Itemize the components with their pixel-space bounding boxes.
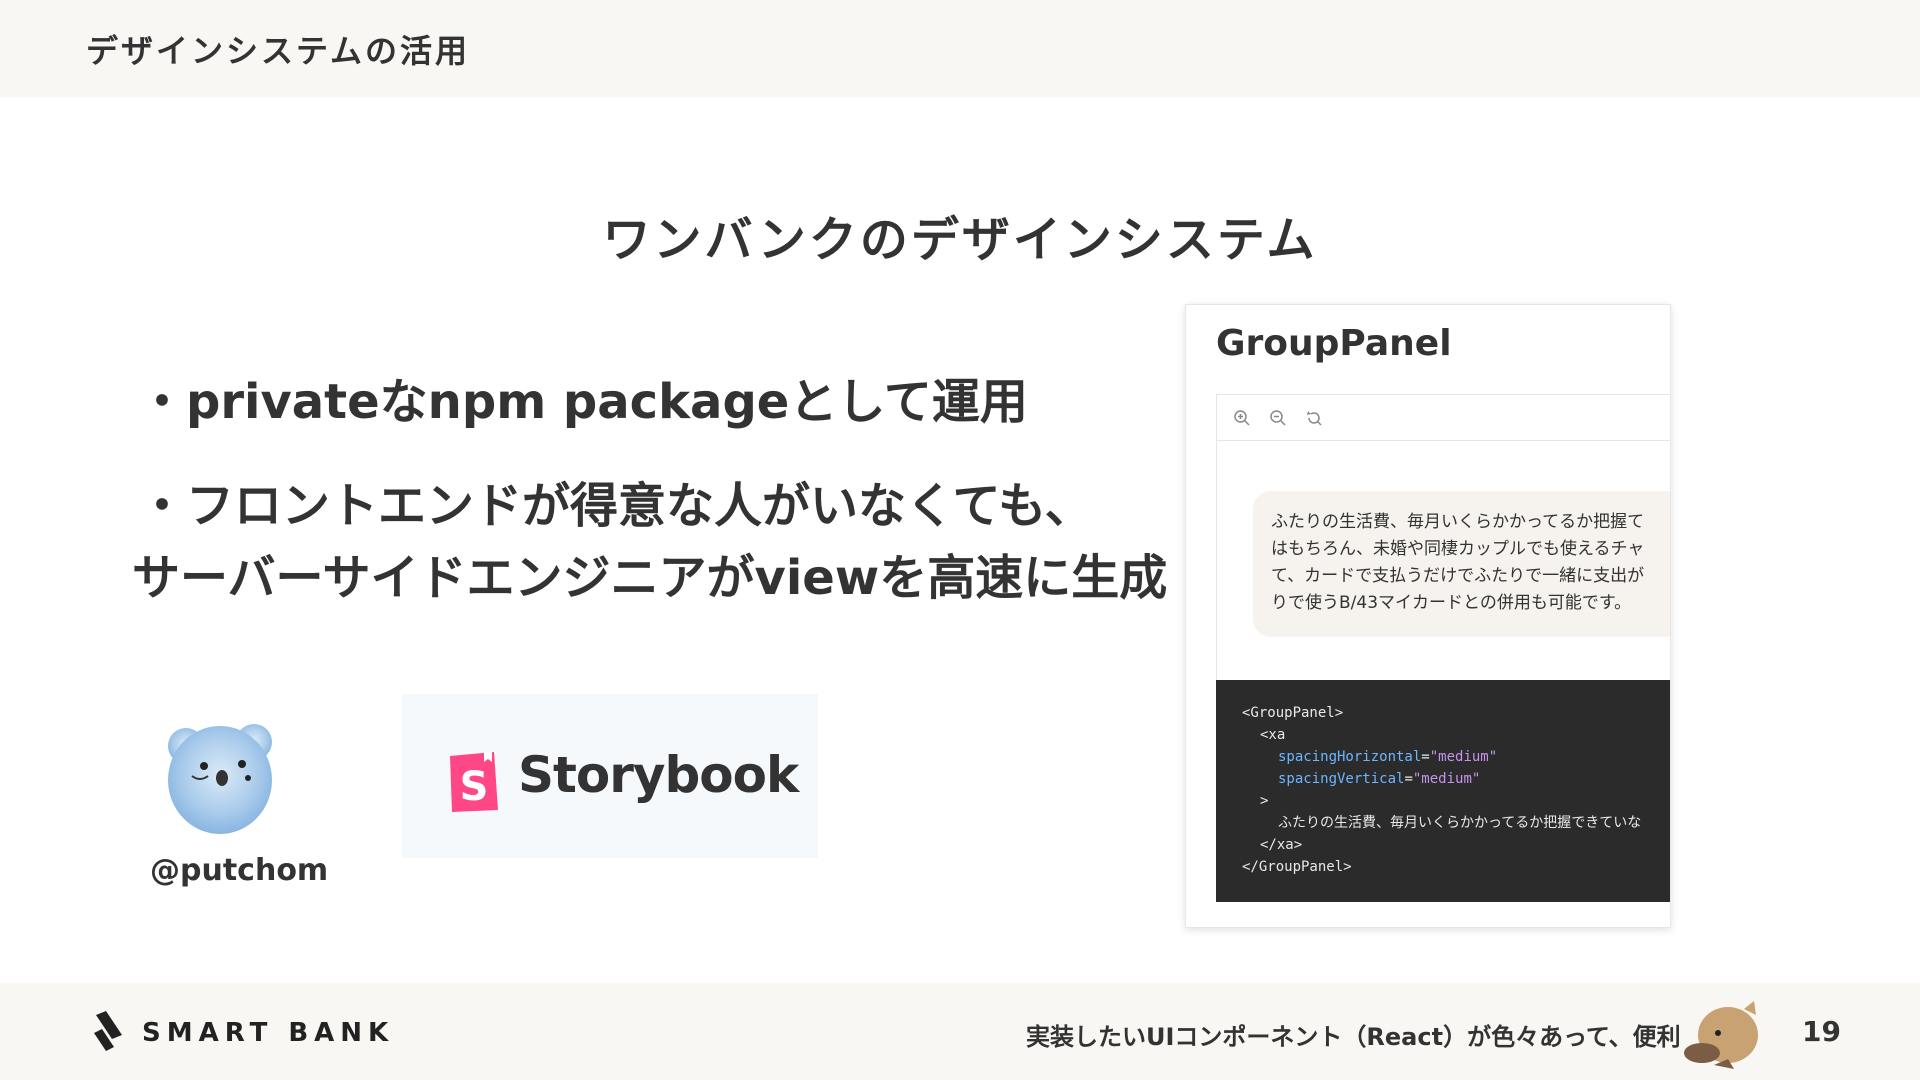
panel-title: GroupPanel <box>1216 323 1452 364</box>
koala-avatar-icon <box>164 714 276 836</box>
smartbank-logo-icon <box>92 1011 126 1055</box>
code-line: <xa <box>1260 727 1286 743</box>
slide-heading: ワンバンクのデザインシステム <box>602 212 1318 268</box>
reset-zoom-icon[interactable] <box>1303 407 1325 429</box>
bullet-serverside: サーバーサイドエンジニアがviewを高速に生成 <box>132 550 1168 606</box>
bubble-line: て、カードで支払うだけでふたりで一緒に支出が <box>1271 566 1645 586</box>
code-line: spacingVertical="medium" <box>1278 771 1481 787</box>
bubble-line: りで使うB/43マイカードとの併用も可能です。 <box>1271 593 1632 613</box>
code-line: <GroupPanel> <box>1242 705 1344 721</box>
bullet-npm-package: ・privateなnpm packageとして運用 <box>138 374 1028 430</box>
svg-text:S: S <box>460 764 489 810</box>
code-line: spacingHorizontal="medium" <box>1278 749 1498 765</box>
footer-caption: 実装したいUIコンポーネント（React）が色々あって、便利 <box>1026 1023 1681 1051</box>
code-line: ふたりの生活費、毎月いくらかかってるか把握できていな <box>1278 815 1642 831</box>
storybook-logo-icon: S <box>446 750 502 814</box>
bullet-frontend: ・フロントエンドが得意な人がいなくても、 <box>138 478 1093 534</box>
storybook-wordmark: Storybook <box>518 746 799 804</box>
slide-header: デザインシステムの活用 <box>0 0 1920 97</box>
zoom-out-icon[interactable] <box>1267 407 1289 429</box>
component-preview: ふたりの生活費、毎月いくらかかってるか把握て はもちろん、未婚や同棲カップルでも… <box>1216 394 1670 686</box>
brand-logo: SMART BANK <box>92 1011 395 1055</box>
bubble-line: はもちろん、未婚や同棲カップルでも使えるチャ <box>1271 539 1645 559</box>
brand-name: SMART BANK <box>142 1018 395 1048</box>
code-line: </GroupPanel> <box>1242 859 1352 875</box>
code-line: > <box>1260 793 1269 809</box>
text-bubble: ふたりの生活費、毎月いくらかかってるか把握て はもちろん、未婚や同棲カップルでも… <box>1253 491 1670 637</box>
author-handle: @putchom <box>150 853 329 888</box>
platypus-mascot-icon <box>1684 997 1760 1071</box>
storybook-logo: S Storybook <box>402 694 818 858</box>
preview-toolbar <box>1217 395 1670 441</box>
code-sample: <GroupPanel> <xa spacingHorizontal="medi… <box>1216 680 1670 902</box>
page-number: 19 <box>1802 1015 1841 1048</box>
bubble-line: ふたりの生活費、毎月いくらかかってるか把握て <box>1271 512 1645 532</box>
code-line: </xa> <box>1260 837 1303 853</box>
header-title: デザインシステムの活用 <box>86 32 471 70</box>
group-panel-card: GroupPanel ふたりの生活費、毎月いくらかかってるか把握て はもちろん、… <box>1185 304 1671 928</box>
slide-footer: SMART BANK 実装したいUIコンポーネント（React）が色々あって、便… <box>0 983 1920 1080</box>
zoom-in-icon[interactable] <box>1231 407 1253 429</box>
